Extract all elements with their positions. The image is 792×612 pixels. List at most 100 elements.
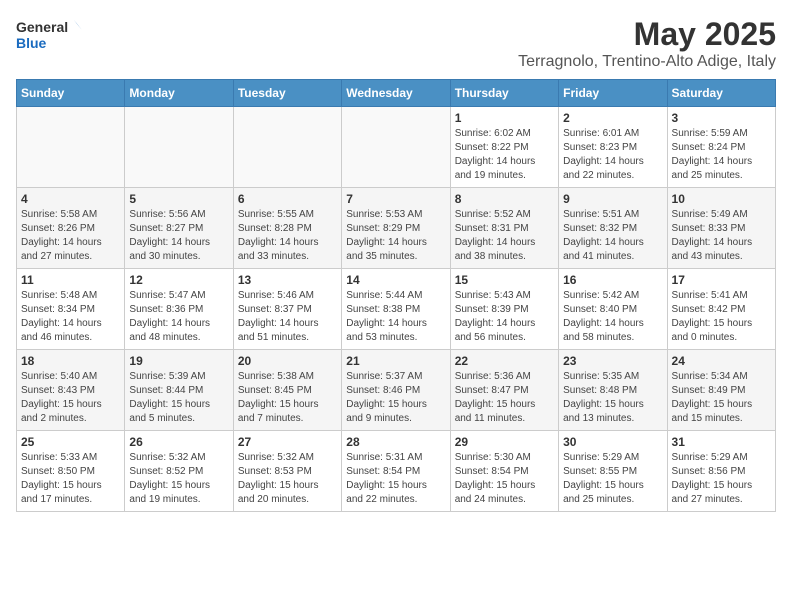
- day-number: 10: [672, 192, 771, 206]
- day-info: Sunrise: 5:55 AMSunset: 8:28 PMDaylight:…: [238, 208, 337, 264]
- day-number: 21: [346, 354, 445, 368]
- day-number: 2: [563, 111, 662, 125]
- day-info: Sunrise: 5:51 AMSunset: 8:32 PMDaylight:…: [563, 208, 662, 264]
- calendar-cell: 29 Sunrise: 5:30 AMSunset: 8:54 PMDayligh…: [450, 431, 558, 512]
- day-info: Sunrise: 5:33 AMSunset: 8:50 PMDaylight:…: [21, 451, 120, 507]
- day-number: 31: [672, 435, 771, 449]
- day-number: 3: [672, 111, 771, 125]
- day-number: 4: [21, 192, 120, 206]
- day-number: 17: [672, 273, 771, 287]
- calendar-cell: 25 Sunrise: 5:33 AMSunset: 8:50 PMDayligh…: [17, 431, 125, 512]
- day-info: Sunrise: 5:58 AMSunset: 8:26 PMDaylight:…: [21, 208, 120, 264]
- calendar-cell: 7Sunrise: 5:53 AMSunset: 8:29 PMDaylight…: [342, 188, 450, 269]
- week-row-2: 4 Sunrise: 5:58 AMSunset: 8:26 PMDaylight…: [17, 188, 776, 269]
- week-row-5: 25 Sunrise: 5:33 AMSunset: 8:50 PMDayligh…: [17, 431, 776, 512]
- calendar-cell: 27Sunrise: 5:32 AMSunset: 8:53 PMDayligh…: [233, 431, 341, 512]
- day-info: Sunrise: 5:44 AMSunset: 8:38 PMDaylight:…: [346, 289, 445, 345]
- calendar-cell: 9Sunrise: 5:51 AMSunset: 8:32 PMDaylight…: [559, 188, 667, 269]
- col-header-sunday: Sunday: [17, 80, 125, 107]
- day-info: Sunrise: 5:40 AMSunset: 8:43 PMDaylight:…: [21, 370, 120, 426]
- calendar-cell: 5Sunrise: 5:56 AMSunset: 8:27 PMDaylight…: [125, 188, 233, 269]
- calendar-cell: 13 Sunrise: 5:46 AMSunset: 8:37 PMDayligh…: [233, 269, 341, 350]
- day-info: Sunrise: 5:36 AMSunset: 8:47 PMDaylight:…: [455, 370, 554, 426]
- col-header-friday: Friday: [559, 80, 667, 107]
- day-number: 6: [238, 192, 337, 206]
- week-row-4: 18 Sunrise: 5:40 AMSunset: 8:43 PMDayligh…: [17, 350, 776, 431]
- day-info: Sunrise: 5:52 AMSunset: 8:31 PMDaylight:…: [455, 208, 554, 264]
- calendar-cell: [17, 107, 125, 188]
- col-header-tuesday: Tuesday: [233, 80, 341, 107]
- calendar-cell: 19 Sunrise: 5:39 AMSunset: 8:44 PMDayligh…: [125, 350, 233, 431]
- col-header-wednesday: Wednesday: [342, 80, 450, 107]
- calendar-cell: 6 Sunrise: 5:55 AMSunset: 8:28 PMDaylight…: [233, 188, 341, 269]
- calendar-cell: 23 Sunrise: 5:35 AMSunset: 8:48 PMDayligh…: [559, 350, 667, 431]
- calendar-cell: 31 Sunrise: 5:29 AMSunset: 8:56 PMDayligh…: [667, 431, 775, 512]
- day-number: 11: [21, 273, 120, 287]
- day-number: 13: [238, 273, 337, 287]
- calendar-cell: 20 Sunrise: 5:38 AMSunset: 8:45 PMDayligh…: [233, 350, 341, 431]
- col-header-thursday: Thursday: [450, 80, 558, 107]
- week-row-1: 1 Sunrise: 6:02 AMSunset: 8:22 PMDaylight…: [17, 107, 776, 188]
- day-info: Sunrise: 6:01 AMSunset: 8:23 PMDaylight:…: [563, 127, 662, 183]
- day-info: Sunrise: 5:34 AMSunset: 8:49 PMDaylight:…: [672, 370, 771, 426]
- day-info: Sunrise: 5:59 AMSunset: 8:24 PMDaylight:…: [672, 127, 771, 183]
- day-info: Sunrise: 5:29 AMSunset: 8:56 PMDaylight:…: [672, 451, 771, 507]
- day-number: 20: [238, 354, 337, 368]
- week-row-3: 11Sunrise: 5:48 AMSunset: 8:34 PMDayligh…: [17, 269, 776, 350]
- day-number: 25: [21, 435, 120, 449]
- day-info: Sunrise: 5:56 AMSunset: 8:27 PMDaylight:…: [129, 208, 228, 264]
- day-number: 29: [455, 435, 554, 449]
- calendar-table: SundayMondayTuesdayWednesdayThursdayFrid…: [16, 79, 776, 512]
- calendar-cell: 3 Sunrise: 5:59 AMSunset: 8:24 PMDaylight…: [667, 107, 775, 188]
- calendar-cell: 14Sunrise: 5:44 AMSunset: 8:38 PMDayligh…: [342, 269, 450, 350]
- calendar-cell: 17 Sunrise: 5:41 AMSunset: 8:42 PMDayligh…: [667, 269, 775, 350]
- calendar-cell: 16 Sunrise: 5:42 AMSunset: 8:40 PMDayligh…: [559, 269, 667, 350]
- day-number: 16: [563, 273, 662, 287]
- day-info: Sunrise: 5:39 AMSunset: 8:44 PMDaylight:…: [129, 370, 228, 426]
- calendar-cell: 11Sunrise: 5:48 AMSunset: 8:34 PMDayligh…: [17, 269, 125, 350]
- day-info: Sunrise: 5:32 AMSunset: 8:53 PMDaylight:…: [238, 451, 337, 507]
- day-info: Sunrise: 5:35 AMSunset: 8:48 PMDaylight:…: [563, 370, 662, 426]
- main-title: May 2025: [518, 16, 776, 53]
- day-number: 22: [455, 354, 554, 368]
- calendar-cell: 26Sunrise: 5:32 AMSunset: 8:52 PMDayligh…: [125, 431, 233, 512]
- calendar-cell: [342, 107, 450, 188]
- calendar-cell: 12Sunrise: 5:47 AMSunset: 8:36 PMDayligh…: [125, 269, 233, 350]
- day-number: 19: [129, 354, 228, 368]
- day-info: Sunrise: 6:02 AMSunset: 8:22 PMDaylight:…: [455, 127, 554, 183]
- calendar-cell: 22 Sunrise: 5:36 AMSunset: 8:47 PMDayligh…: [450, 350, 558, 431]
- day-info: Sunrise: 5:32 AMSunset: 8:52 PMDaylight:…: [129, 451, 228, 507]
- title-block: May 2025 Terragnolo, Trentino-Alto Adige…: [518, 16, 776, 71]
- day-info: Sunrise: 5:29 AMSunset: 8:55 PMDaylight:…: [563, 451, 662, 507]
- calendar-cell: 24Sunrise: 5:34 AMSunset: 8:49 PMDayligh…: [667, 350, 775, 431]
- calendar-cell: [233, 107, 341, 188]
- calendar-cell: [125, 107, 233, 188]
- calendar-cell: 1 Sunrise: 6:02 AMSunset: 8:22 PMDaylight…: [450, 107, 558, 188]
- day-number: 28: [346, 435, 445, 449]
- day-info: Sunrise: 5:46 AMSunset: 8:37 PMDaylight:…: [238, 289, 337, 345]
- calendar-cell: 2 Sunrise: 6:01 AMSunset: 8:23 PMDaylight…: [559, 107, 667, 188]
- day-number: 12: [129, 273, 228, 287]
- svg-text:General: General: [16, 19, 68, 35]
- day-number: 23: [563, 354, 662, 368]
- calendar-cell: 8 Sunrise: 5:52 AMSunset: 8:31 PMDaylight…: [450, 188, 558, 269]
- day-info: Sunrise: 5:42 AMSunset: 8:40 PMDaylight:…: [563, 289, 662, 345]
- calendar-cell: 28 Sunrise: 5:31 AMSunset: 8:54 PMDayligh…: [342, 431, 450, 512]
- day-info: Sunrise: 5:53 AMSunset: 8:29 PMDaylight:…: [346, 208, 445, 264]
- logo-icon: General Blue: [16, 16, 86, 56]
- day-number: 18: [21, 354, 120, 368]
- calendar-cell: 10Sunrise: 5:49 AMSunset: 8:33 PMDayligh…: [667, 188, 775, 269]
- day-number: 15: [455, 273, 554, 287]
- calendar-cell: 30Sunrise: 5:29 AMSunset: 8:55 PMDayligh…: [559, 431, 667, 512]
- calendar-cell: 4 Sunrise: 5:58 AMSunset: 8:26 PMDaylight…: [17, 188, 125, 269]
- day-info: Sunrise: 5:38 AMSunset: 8:45 PMDaylight:…: [238, 370, 337, 426]
- day-info: Sunrise: 5:30 AMSunset: 8:54 PMDaylight:…: [455, 451, 554, 507]
- day-number: 8: [455, 192, 554, 206]
- day-info: Sunrise: 5:41 AMSunset: 8:42 PMDaylight:…: [672, 289, 771, 345]
- day-info: Sunrise: 5:31 AMSunset: 8:54 PMDaylight:…: [346, 451, 445, 507]
- day-number: 1: [455, 111, 554, 125]
- col-header-saturday: Saturday: [667, 80, 775, 107]
- subtitle: Terragnolo, Trentino-Alto Adige, Italy: [518, 53, 776, 71]
- header-row: SundayMondayTuesdayWednesdayThursdayFrid…: [17, 80, 776, 107]
- day-info: Sunrise: 5:37 AMSunset: 8:46 PMDaylight:…: [346, 370, 445, 426]
